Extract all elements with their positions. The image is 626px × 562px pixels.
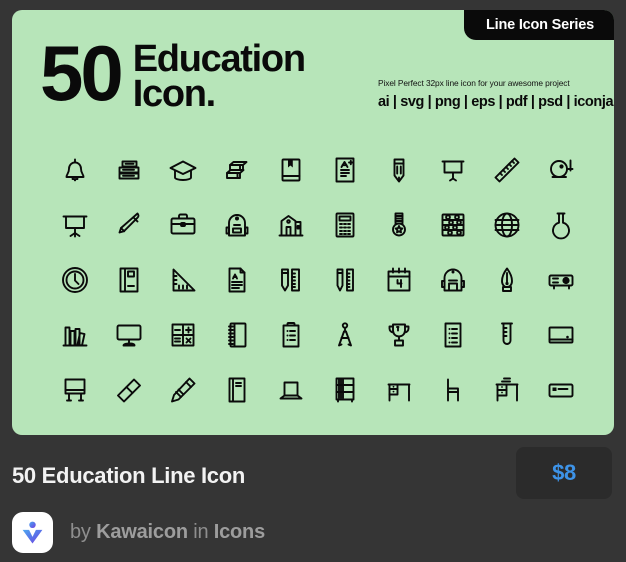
price-label: $8: [552, 460, 576, 485]
bookcase-icon: [328, 373, 362, 407]
icon-grid: [48, 142, 588, 417]
clipboard-icon: [274, 318, 308, 352]
graduation-cap-icon: [166, 153, 200, 187]
pencil-diagonal-icon: [166, 373, 200, 407]
briefcase-icon: [166, 208, 200, 242]
id-card-icon: [544, 373, 578, 407]
ruler-icon: [490, 153, 524, 187]
meta-block: Pixel Perfect 32px line icon for your aw…: [378, 78, 614, 110]
price-button[interactable]: $8: [516, 447, 612, 499]
page-title[interactable]: 50 Education Line Icon: [12, 463, 245, 489]
trophy-icon: [382, 318, 416, 352]
bookshelf-icon: [58, 318, 92, 352]
abacus-icon: [436, 208, 470, 242]
series-badge-label: Line Icon Series: [485, 17, 594, 33]
flask-icon: [544, 208, 578, 242]
study-desk-icon: [382, 373, 416, 407]
product-card-page: Line Icon Series 50 Education Icon. Pixe…: [0, 0, 626, 562]
wall-clock-icon: [58, 263, 92, 297]
avatar[interactable]: [12, 512, 53, 553]
desk-drawers-icon: [490, 373, 524, 407]
author-line: by Kawaicon in Icons: [70, 521, 265, 544]
eraser-icon: [112, 373, 146, 407]
fountain-pen-nib-icon: [490, 263, 524, 297]
pen-ruler-icon: [328, 263, 362, 297]
headline: 50 Education Icon.: [40, 29, 306, 117]
stacked-books-icon: [112, 153, 146, 187]
author-name[interactable]: Kawaicon: [96, 521, 188, 543]
kawaicon-logo-icon: [22, 521, 43, 544]
preview-image[interactable]: Line Icon Series 50 Education Icon. Pixe…: [12, 10, 614, 435]
series-badge: Line Icon Series: [463, 10, 614, 40]
by-label: by: [70, 521, 91, 543]
in-label: in: [193, 521, 209, 543]
projector-screen-icon: [436, 153, 470, 187]
school-bell-icon: [544, 153, 578, 187]
tagline-text: Pixel Perfect 32px line icon for your aw…: [378, 78, 570, 88]
author-row: by Kawaicon in Icons: [12, 512, 265, 553]
compass-divider-icon: [328, 318, 362, 352]
pencil-ruler-icon: [274, 263, 308, 297]
backpack-icon: [220, 208, 254, 242]
notebook-icon: [112, 263, 146, 297]
medal-icon: [382, 208, 416, 242]
easel-board-icon: [58, 373, 92, 407]
pencil-icon: [382, 153, 416, 187]
eraser-blocks-icon: [220, 153, 254, 187]
headline-line-2: Icon.: [132, 73, 216, 116]
laptop-icon: [274, 373, 308, 407]
headline-line-1: Education: [132, 38, 306, 80]
closed-book-icon: [220, 373, 254, 407]
school-building-icon: [274, 208, 308, 242]
school-bag-icon: [436, 263, 470, 297]
checklist-document-icon: [436, 318, 470, 352]
whiteboard-stand-icon: [58, 208, 92, 242]
product-footer: 50 Education Line Icon $8 by Kawaicon in…: [0, 435, 626, 562]
headline-count: 50: [40, 29, 124, 117]
category-name[interactable]: Icons: [214, 521, 265, 543]
chair-icon: [436, 373, 470, 407]
calendar-icon: [382, 263, 416, 297]
test-tube-icon: [490, 318, 524, 352]
whiteboard-icon: [544, 318, 578, 352]
pen-icon: [112, 208, 146, 242]
headline-words: Education Icon.: [132, 38, 306, 116]
document-a-icon: [220, 263, 254, 297]
projector-icon: [544, 263, 578, 297]
bookmarked-book-icon: [274, 153, 308, 187]
triangle-ruler-icon: [166, 263, 200, 297]
math-symbols-icon: [166, 318, 200, 352]
formats-text: ai | svg | png | eps | pdf | psd | iconj…: [378, 94, 614, 110]
calculator-icon: [328, 208, 362, 242]
graded-paper-icon: [328, 153, 362, 187]
monitor-icon: [112, 318, 146, 352]
globe-icon: [490, 208, 524, 242]
bell-icon: [58, 153, 92, 187]
spiral-notebook-icon: [220, 318, 254, 352]
